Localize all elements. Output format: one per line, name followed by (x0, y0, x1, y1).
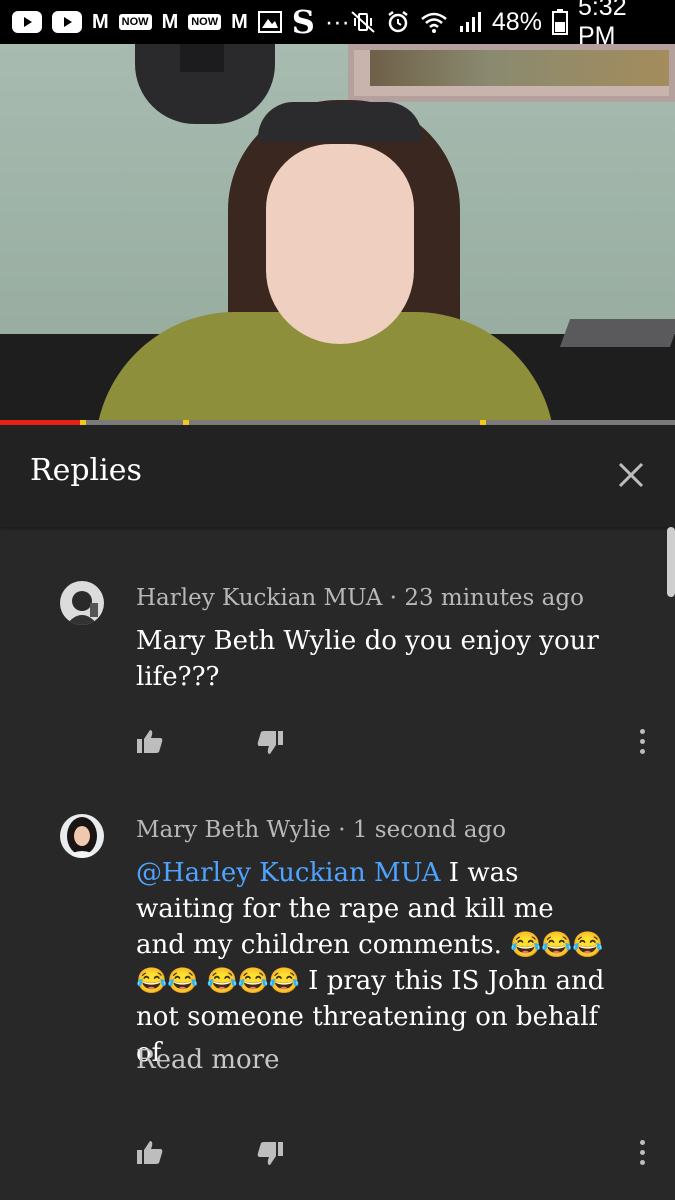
now-badge-icon: NOW (188, 14, 222, 30)
comment-time: 1 second ago (352, 817, 507, 843)
video-person-headband (258, 102, 422, 142)
gmail-icon: M (92, 10, 109, 33)
dislike-button[interactable] (252, 1136, 288, 1172)
more-notifications-icon: ··· (324, 7, 350, 36)
status-bar: M NOW M NOW M S ··· 48% 5:32 PM (0, 0, 675, 50)
comment-item: Mary Beth Wylie · 1 second ago @Harley K… (0, 777, 675, 1200)
thumbs-down-icon (257, 731, 283, 754)
more-vert-icon (639, 728, 645, 734)
signal-icon (458, 10, 482, 34)
video-player[interactable] (0, 44, 675, 425)
youtube-icon (12, 11, 42, 33)
comment-meta: Harley Kuckian MUA · 23 minutes ago (136, 585, 584, 611)
comment-text: @Harley Kuckian MUA I was waiting for th… (136, 858, 605, 1068)
dislike-button[interactable] (252, 725, 288, 761)
battery-percent: 48% (491, 7, 542, 36)
thumbs-up-icon (137, 730, 163, 753)
close-icon (618, 462, 644, 488)
comment-text: Mary Beth Wylie do you enjoy your life??… (136, 626, 599, 692)
avatar[interactable] (60, 581, 104, 625)
video-wall-picture (348, 44, 675, 102)
more-options-button[interactable] (632, 723, 652, 759)
now-badge-icon: NOW (118, 14, 152, 30)
app-s-icon: S (291, 3, 315, 41)
comment-meta: Mary Beth Wylie · 1 second ago (136, 817, 507, 843)
youtube-icon (52, 11, 82, 33)
comment-author[interactable]: Mary Beth Wylie (136, 817, 331, 843)
video-person-face (266, 144, 414, 344)
more-vert-icon (639, 1139, 645, 1145)
battery-icon (551, 9, 568, 35)
notification-icons: M NOW M NOW M S ··· (12, 3, 350, 41)
read-more-link[interactable]: Read more (136, 1045, 280, 1075)
more-options-button[interactable] (632, 1134, 652, 1170)
comment-item: Harley Kuckian MUA · 23 minutes ago Mary… (0, 527, 675, 777)
replies-title: Replies (30, 453, 142, 488)
wifi-icon (420, 10, 448, 34)
replies-header: Replies (0, 425, 675, 527)
alarm-icon (386, 10, 410, 34)
gmail-icon: M (231, 10, 248, 33)
avatar[interactable] (60, 814, 104, 858)
video-laptop (559, 319, 675, 347)
comment-mention-link[interactable]: @Harley Kuckian MUA (136, 858, 441, 888)
thumbs-down-icon (257, 1142, 283, 1165)
laughing-emoji-icon: 😂😂😂 (206, 966, 300, 995)
gmail-icon: M (161, 10, 179, 33)
like-button[interactable] (132, 723, 168, 759)
vibrate-mute-icon (350, 10, 376, 34)
like-button[interactable] (132, 1134, 168, 1170)
image-notification-icon (257, 11, 282, 33)
comment-author[interactable]: Harley Kuckian MUA (136, 585, 382, 611)
close-button[interactable] (611, 455, 651, 495)
comment-time: 23 minutes ago (404, 585, 584, 611)
thumbs-up-icon (137, 1141, 163, 1164)
